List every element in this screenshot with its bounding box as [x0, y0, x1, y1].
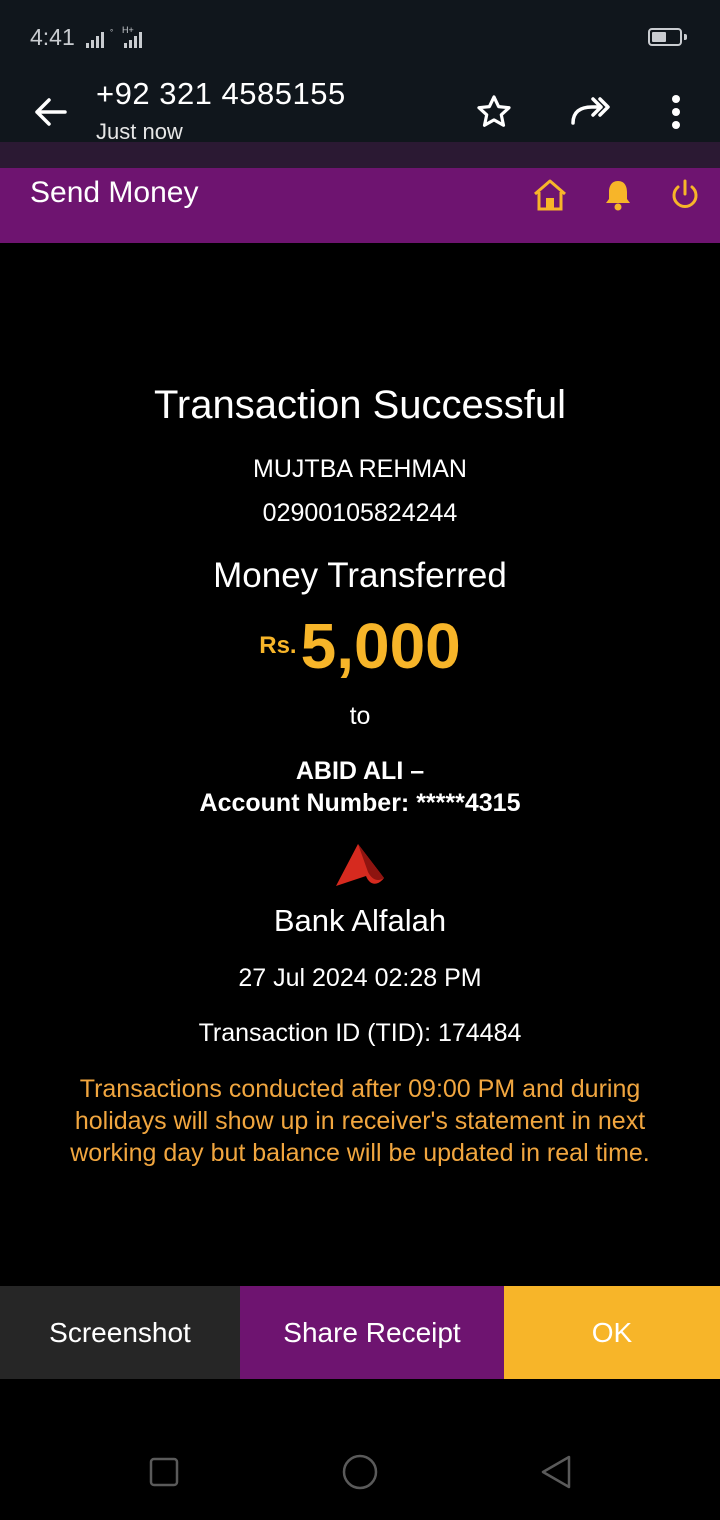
to-label: to: [349, 702, 371, 730]
home-icon: [534, 179, 566, 211]
amount: Rs. 5,000: [0, 610, 720, 682]
back-button[interactable]: [26, 88, 74, 136]
star-icon: [477, 95, 511, 127]
signal-icon-2: [124, 32, 142, 48]
amount-currency: Rs.: [259, 632, 297, 659]
back-arrow-icon: [35, 98, 67, 126]
share-receipt-button[interactable]: Share Receipt: [240, 1286, 504, 1379]
sender-account: 02900105824244: [262, 499, 458, 527]
recents-square-icon: [149, 1457, 179, 1487]
app-header-strip: [0, 142, 720, 168]
receiver-name: ABID ALI –: [295, 757, 425, 785]
receiver-account: Account Number: *****4315: [199, 789, 521, 817]
logout-button[interactable]: [665, 175, 705, 215]
battery-tip: [684, 34, 687, 40]
transaction-datetime: 27 Jul 2024 02:28 PM: [238, 964, 482, 992]
screenshot-button[interactable]: Screenshot: [0, 1286, 240, 1379]
back-triangle-icon: [541, 1455, 571, 1489]
bell-icon: [606, 181, 630, 211]
bank-alfalah-logo: [336, 844, 384, 886]
page-title: Send Money: [30, 176, 199, 209]
notifications-button[interactable]: [598, 175, 638, 215]
battery-icon: [648, 28, 682, 46]
home-button[interactable]: [530, 175, 570, 215]
recents-button[interactable]: [140, 1448, 188, 1496]
network-dot: °: [110, 28, 114, 37]
sender-name: MUJTBA REHMAN: [253, 455, 467, 483]
star-button[interactable]: [470, 88, 518, 136]
status-time: 4:41: [30, 24, 75, 50]
money-transferred-label: Money Transferred: [213, 556, 507, 595]
forward-all-icon: [571, 97, 610, 125]
amount-value: 5,000: [300, 610, 461, 682]
bank-name: Bank Alfalah: [273, 903, 447, 938]
ok-button[interactable]: OK: [504, 1286, 720, 1379]
transaction-id: Transaction ID (TID): 174484: [198, 1019, 522, 1047]
back-nav-button[interactable]: [532, 1448, 580, 1496]
sender-number: +92 321 4585155: [96, 76, 346, 111]
home-nav-button[interactable]: [336, 1448, 384, 1496]
forward-button[interactable]: [566, 88, 614, 136]
transaction-status-heading: Transaction Successful: [153, 383, 567, 427]
power-icon: [672, 179, 698, 208]
processing-notice: Transactions conducted after 09:00 PM an…: [70, 1075, 650, 1167]
home-circle-icon: [342, 1454, 378, 1490]
signal-icon: [86, 32, 104, 48]
more-vert-icon: [672, 95, 680, 129]
more-options-button[interactable]: [652, 88, 700, 136]
